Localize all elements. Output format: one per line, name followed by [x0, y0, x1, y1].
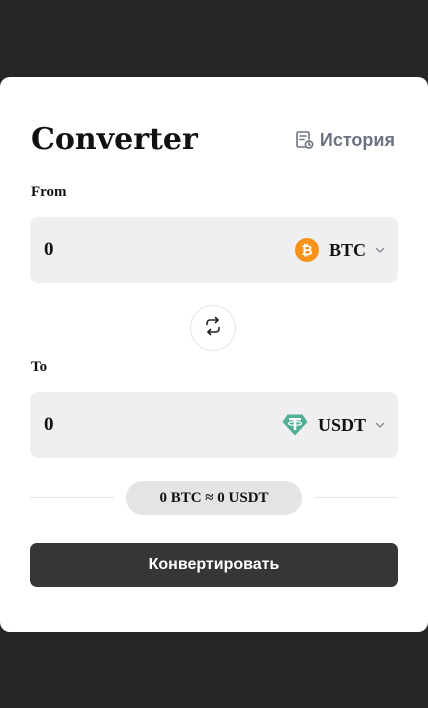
swap-button[interactable]	[190, 305, 236, 351]
to-amount-input[interactable]	[44, 392, 194, 458]
from-currency-label: BTC	[328, 239, 366, 260]
history-icon	[294, 130, 314, 150]
from-field: ₿ BTC	[30, 217, 398, 283]
from-amount-input[interactable]	[44, 217, 194, 283]
bitcoin-icon: ₿	[294, 238, 319, 262]
from-label: From	[31, 184, 67, 200]
to-currency-label: USDT	[317, 414, 366, 435]
tether-icon	[282, 413, 308, 437]
divider-left	[30, 497, 114, 498]
chevron-down-icon	[374, 419, 386, 431]
history-label: История	[319, 129, 395, 150]
swap-icon	[203, 316, 223, 341]
to-field: USDT	[30, 392, 398, 458]
exchange-rate-badge: 0 BTC ≈ 0 USDT	[126, 481, 302, 515]
to-label: To	[31, 359, 48, 375]
divider-right	[314, 497, 398, 498]
to-currency-select[interactable]: USDT	[282, 392, 386, 458]
svg-text:₿: ₿	[301, 243, 312, 259]
chevron-down-icon	[374, 244, 386, 256]
history-button[interactable]: История	[294, 128, 395, 152]
from-currency-select[interactable]: ₿ BTC	[294, 217, 386, 283]
convert-button[interactable]: Конвертировать	[30, 543, 398, 587]
page-title: Converter	[31, 122, 198, 157]
